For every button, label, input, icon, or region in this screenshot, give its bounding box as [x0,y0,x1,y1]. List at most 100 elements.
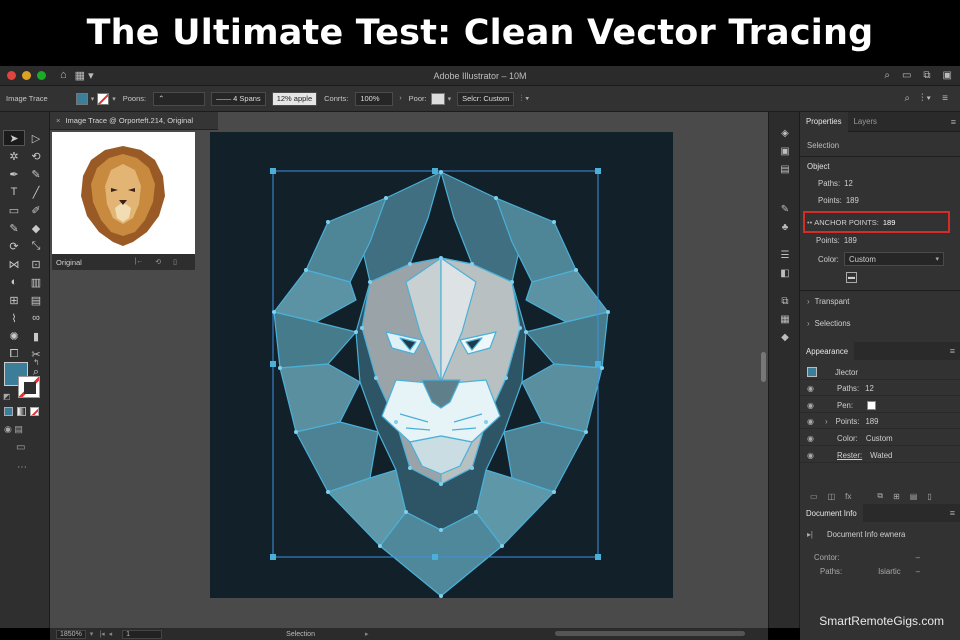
search-icon[interactable]: ⌕ [884,70,890,81]
contrast-field[interactable]: 100% [355,91,394,106]
default-colors-icon[interactable]: ◩ [3,392,11,401]
transparency-panel-icon[interactable]: ◧ [769,264,801,282]
mesh-tool-icon[interactable]: ⊞ [3,292,25,308]
rectangle-tool-icon[interactable]: ▭ [3,202,25,218]
stack-panel-icon[interactable]: ◆ [769,328,801,346]
horizontal-scrollbar[interactable] [555,631,745,636]
stroke-color-box[interactable] [18,376,40,398]
chevron-down-icon[interactable]: ▾ [448,95,452,103]
shape-builder-tool-icon[interactable]: ◐ [3,274,25,290]
free-transform-tool-icon[interactable]: ⊡ [25,256,47,272]
image-trace-panel-icon[interactable]: ⧉ [769,292,801,310]
trash-icon[interactable]: ▯ [173,258,177,266]
minimize-window-button[interactable] [22,71,31,80]
pen-tool-icon[interactable]: ✒ [3,166,25,182]
calendar-icon[interactable]: ▬ [846,272,857,283]
curvature-tool-icon[interactable]: ✎ [25,166,47,182]
gradient-mode-icon[interactable] [17,407,26,416]
workspace-icon[interactable]: ▦ ▾ [75,69,94,82]
eyedropper-tool-icon[interactable]: ⌇ [3,310,25,326]
draw-mode-icon[interactable]: ◉ ▤ [4,424,23,435]
layers-panel-icon[interactable]: ▤ [769,160,801,178]
search-icon[interactable]: ⌕ [904,93,910,104]
pour-swatch[interactable] [430,92,445,105]
refresh-icon[interactable]: ⟲ [155,258,161,266]
eye-icon[interactable]: ◉ [807,434,821,443]
perspective-grid-tool-icon[interactable]: ▥ [25,274,47,290]
maximize-window-button[interactable] [37,71,46,80]
copy-icon[interactable]: ⊞ [893,492,900,501]
tab-properties[interactable]: Properties [800,111,848,132]
eye-icon[interactable]: ◉ [807,451,821,460]
document-tab[interactable]: × Image Trace @ Orporteft.214, Original [50,112,218,130]
rotate-tool-icon[interactable]: ⟳ [3,238,25,254]
chevron-right-icon[interactable]: › [399,95,401,102]
eraser-tool-icon[interactable]: ◆ [25,220,47,236]
align-panel-icon[interactable]: ☰ [769,246,801,264]
arrange-icon[interactable]: ⧉ [923,70,930,81]
selection-tool-icon[interactable]: ➤ [3,130,25,146]
arrange-icon[interactable]: ⫶ ▾ [921,93,931,104]
chevron-right-icon[interactable]: › [807,297,810,306]
transparent-section[interactable]: Transpant [815,297,850,306]
lasso-tool-icon[interactable]: ⟲ [25,148,47,164]
panel-menu-icon[interactable]: ≡ [950,508,955,518]
vector-swatch[interactable] [807,367,817,377]
play-icon[interactable]: ▸| [807,530,813,539]
column-graph-tool-icon[interactable]: ▮ [25,328,47,344]
panel-menu-icon[interactable]: ≡ [951,117,956,127]
chevron-down-icon[interactable]: ▾ [90,630,94,638]
close-icon[interactable]: × [56,116,60,125]
zoom-field[interactable]: 1850% [56,629,86,639]
stroke-swatch[interactable] [97,92,110,105]
paintbrush-tool-icon[interactable]: ✐ [25,202,47,218]
eye-icon[interactable]: ◉ [807,401,821,410]
stack-icon[interactable]: ▤ [910,492,918,501]
share-icon[interactable]: ▭ [902,70,911,81]
more-tools-icon[interactable]: ⋯ [17,462,27,473]
chevron-right-icon[interactable]: › [825,417,828,426]
fill-dropdown[interactable]: 12% apple [271,91,318,106]
select-dropdown[interactable]: Selcr: Custom [457,91,515,106]
clear-icon[interactable]: ◫ [828,492,836,501]
chevron-right-icon[interactable]: › [807,319,810,328]
step-back-icon[interactable]: |← [134,258,143,266]
trash-icon[interactable]: ▯ [927,492,931,501]
eye-icon[interactable]: ◉ [807,417,821,426]
appearance-title[interactable]: Appearance [800,342,855,360]
scale-tool-icon[interactable]: ⤡ [25,238,47,254]
shaper-tool-icon[interactable]: ✎ [3,220,25,236]
magic-wand-tool-icon[interactable]: ✲ [3,148,25,164]
properties-panel-icon[interactable]: ◈ [769,124,801,142]
page-field[interactable]: 1 [122,629,163,639]
pen-swatch[interactable] [867,400,877,410]
width-tool-icon[interactable]: ⋈ [3,256,25,272]
chevron-down-icon[interactable]: ▾ [91,95,95,103]
panels-icon[interactable]: ▣ [943,70,952,81]
canvas-area[interactable]: × Image Trace @ Orporteft.214, Original … [50,112,768,628]
libraries-panel-icon[interactable]: ▣ [769,142,801,160]
line-tool-icon[interactable]: ╱ [25,184,47,200]
direct-selection-tool-icon[interactable]: ▷ [25,130,47,146]
color-dropdown[interactable]: Custom ▾ [844,252,944,266]
none-mode-icon[interactable] [30,407,39,416]
chevron-down-icon[interactable]: ▾ [112,95,116,103]
gradient-tool-icon[interactable]: ▤ [25,292,47,308]
color-mode-icon[interactable] [4,407,13,416]
blend-tool-icon[interactable]: ∞ [25,310,47,326]
traced-lion-vector[interactable] [210,132,673,598]
eye-icon[interactable]: ◉ [807,384,821,393]
points-dropdown[interactable]: ⌃ [153,91,206,106]
prev-page-icon[interactable]: ◂ [109,630,113,638]
symbols-panel-icon[interactable]: ♣ [769,218,801,236]
panel-menu-icon[interactable]: ≡ [942,93,948,104]
vertical-scrollbar[interactable] [761,352,766,382]
tab-layers[interactable]: Layers [848,112,883,132]
selections-section[interactable]: Selections [815,319,851,328]
home-icon[interactable]: ⌂ [60,69,67,82]
artboards-panel-icon[interactable]: ▦ [769,310,801,328]
symbol-sprayer-tool-icon[interactable]: ✺ [3,328,25,344]
align-icon[interactable]: ⫶ ▾ [520,93,529,104]
artboard[interactable] [210,132,673,598]
fill-swatch[interactable] [75,92,88,105]
